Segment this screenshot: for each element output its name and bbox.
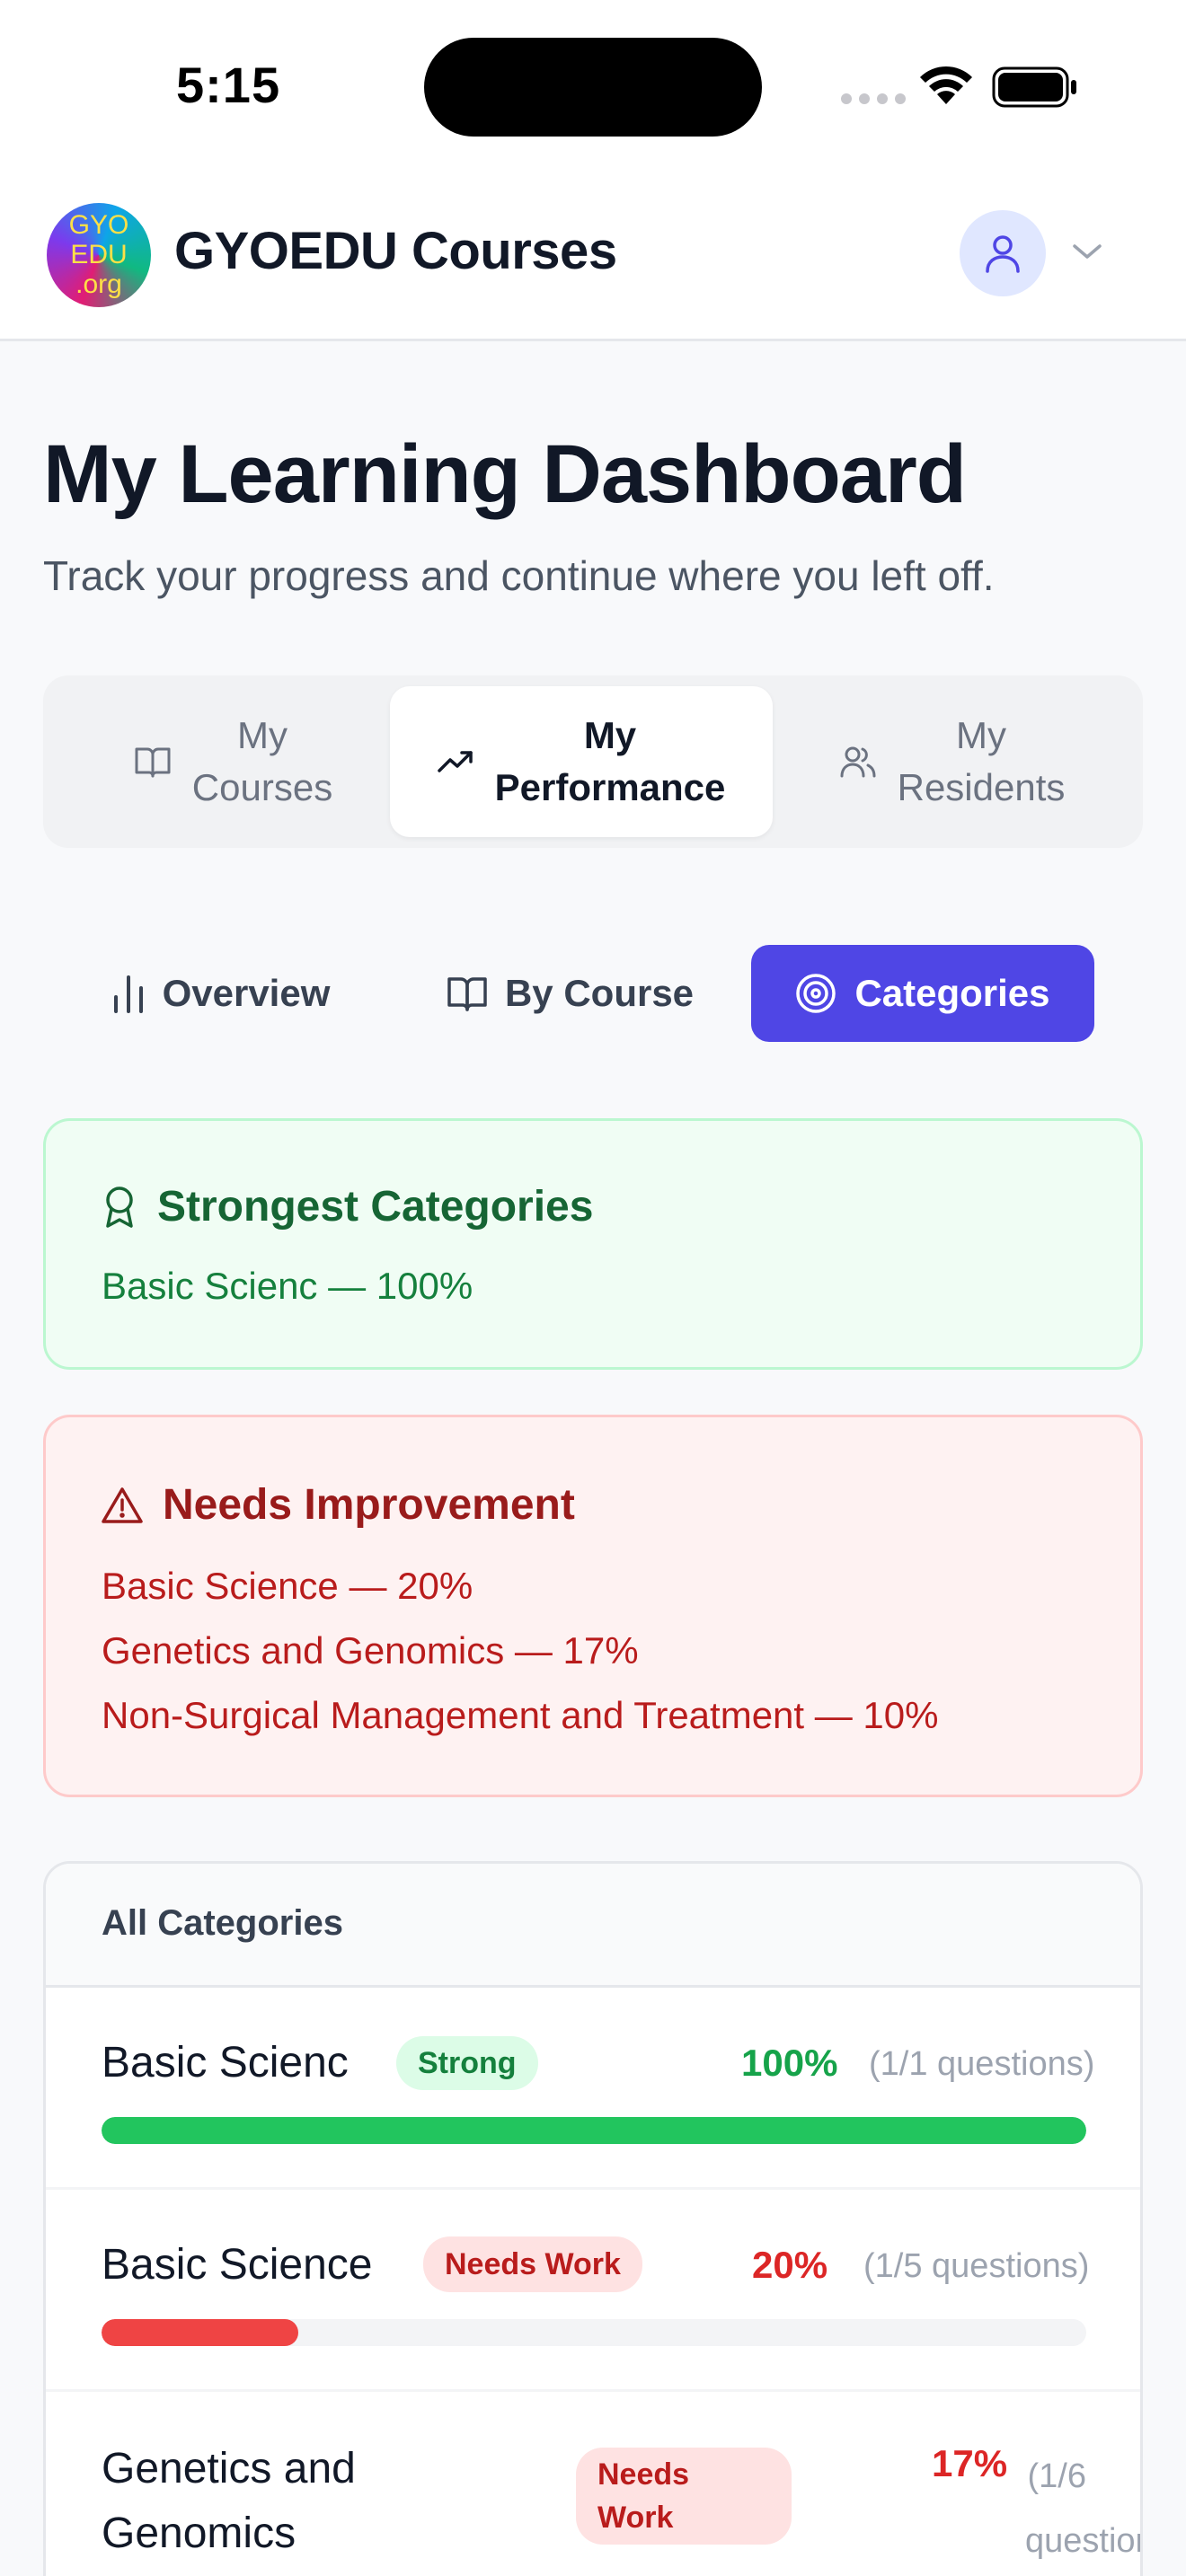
subtab-overview[interactable]: Overview xyxy=(86,945,356,1042)
app-header: GYO EDU .org GYOEDU Courses xyxy=(0,171,1186,341)
category-question-count: (1/1 questions) xyxy=(869,2045,1095,2083)
status-badge: Needs Work xyxy=(576,2448,792,2545)
needs-improvement-item: Non-Surgical Management and Treatment — … xyxy=(102,1694,939,1736)
bar-chart-icon xyxy=(113,975,143,1013)
book-open-icon xyxy=(135,747,171,778)
category-question-count: (1/6 questions) xyxy=(1025,2457,1140,2560)
status-time: 5:15 xyxy=(176,57,281,113)
logo[interactable]: GYO EDU .org xyxy=(47,203,151,307)
needs-improvement-title: Needs Improvement xyxy=(163,1481,575,1529)
progress-fill xyxy=(102,2117,1086,2144)
strongest-title: Strongest Categories xyxy=(157,1183,594,1231)
category-question-count: (1/5 questions) xyxy=(863,2247,1090,2285)
tab-my-residents[interactable]: My Residents xyxy=(773,686,1132,837)
tab-my-courses[interactable]: My Courses xyxy=(54,686,413,837)
needs-improvement-item: Basic Science — 20% xyxy=(102,1565,474,1607)
category-name: Basic Scienc xyxy=(102,2039,349,2086)
category-row: Basic Science Needs Work 20% (1/5 questi… xyxy=(46,2190,1140,2392)
subtab-categories[interactable]: Categories xyxy=(751,945,1094,1042)
trending-up-icon xyxy=(437,751,473,772)
progress-bar xyxy=(102,2319,1086,2346)
category-row: Genetics and Genomics Needs Work 17% (1/… xyxy=(46,2392,1140,2576)
all-categories-panel: All Categories Basic Scienc Strong 100% … xyxy=(43,1861,1143,2576)
logo-text: GYO EDU .org xyxy=(68,210,129,299)
progress-bar xyxy=(102,2117,1086,2144)
alert-triangle-icon xyxy=(102,1486,143,1523)
book-open-icon xyxy=(447,977,487,1011)
wifi-icon xyxy=(920,66,972,104)
strongest-categories-card: Strongest Categories Basic Scienc — 100% xyxy=(43,1118,1143,1370)
tab-my-performance[interactable]: My Performance xyxy=(390,686,773,837)
status-badge: Strong xyxy=(396,2036,538,2090)
chevron-down-icon[interactable] xyxy=(1069,239,1105,264)
category-percent: 17% xyxy=(932,2442,1008,2484)
cellular-signal-icon xyxy=(841,93,906,104)
battery-icon xyxy=(992,66,1076,108)
category-percent: 20% xyxy=(752,2244,828,2286)
status-bar: 5:15 xyxy=(0,0,1186,171)
category-name: Genetics and Genomics xyxy=(102,2445,356,2557)
needs-improvement-item: Genetics and Genomics — 17% xyxy=(102,1629,639,1672)
user-menu-button[interactable] xyxy=(960,210,1046,296)
page-subtitle: Track your progress and continue where y… xyxy=(43,552,995,599)
subtab-by-course[interactable]: By Course xyxy=(422,945,719,1042)
app-title: GYOEDU Courses xyxy=(174,222,617,280)
category-name: Basic Science xyxy=(102,2241,373,2289)
target-icon xyxy=(796,974,836,1013)
progress-fill xyxy=(102,2319,299,2346)
award-icon xyxy=(106,1186,133,1228)
needs-improvement-card: Needs Improvement Basic Science — 20% Ge… xyxy=(43,1415,1143,1797)
page-title: My Learning Dashboard xyxy=(43,428,967,520)
strongest-item: Basic Scienc — 100% xyxy=(102,1265,474,1307)
users-icon xyxy=(840,746,876,778)
main-tabs: My Courses My Performance My Residents xyxy=(43,675,1143,848)
status-badge: Needs Work xyxy=(423,2236,642,2292)
dynamic-island xyxy=(424,38,762,137)
category-row: Basic Scienc Strong 100% (1/1 questions) xyxy=(46,1988,1140,2190)
all-categories-title: All Categories xyxy=(102,1903,343,1943)
user-icon xyxy=(986,235,1020,273)
category-percent: 100% xyxy=(741,2042,838,2084)
